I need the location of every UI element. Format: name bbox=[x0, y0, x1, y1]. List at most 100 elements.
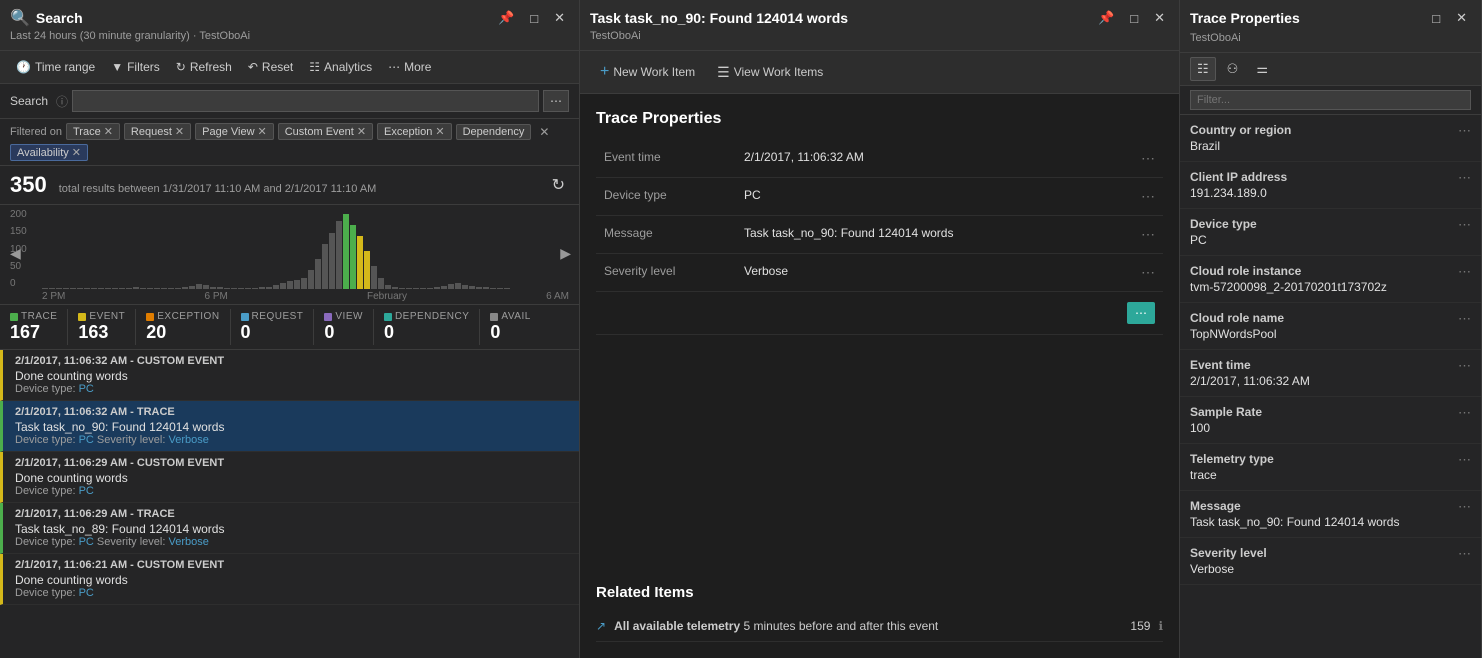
view-work-items-button[interactable]: ☰ View Work Items bbox=[709, 60, 831, 85]
maximize-button[interactable]: □ bbox=[526, 9, 542, 28]
remove-pageview-tag[interactable]: ✕ bbox=[258, 125, 267, 138]
table-view-button[interactable]: ⚌ bbox=[1249, 57, 1275, 81]
chart-bar-65[interactable] bbox=[497, 288, 503, 289]
chart-bar-3[interactable] bbox=[63, 288, 69, 289]
chart-bar-16[interactable] bbox=[154, 288, 160, 289]
prop-cloudroleinstance-more[interactable]: ⋯ bbox=[1458, 264, 1471, 280]
chart-bar-48[interactable] bbox=[378, 278, 384, 289]
chart-bar-8[interactable] bbox=[98, 288, 104, 289]
chart-bar-63[interactable] bbox=[483, 287, 489, 289]
search-input[interactable] bbox=[72, 90, 539, 112]
chart-bar-1[interactable] bbox=[49, 288, 55, 289]
chart-bar-30[interactable] bbox=[252, 288, 258, 289]
chart-bar-56[interactable] bbox=[434, 287, 440, 289]
properties-view-button[interactable]: ☷ bbox=[1190, 57, 1216, 81]
chart-bar-27[interactable] bbox=[231, 288, 237, 289]
chart-bar-20[interactable] bbox=[182, 287, 188, 289]
chart-bar-52[interactable] bbox=[406, 288, 412, 289]
chart-bar-41[interactable] bbox=[329, 233, 335, 289]
trace-maximize-button[interactable]: □ bbox=[1126, 9, 1142, 28]
clear-all-tags[interactable]: ✕ bbox=[539, 125, 549, 139]
chart-bar-62[interactable] bbox=[476, 287, 482, 289]
chart-bar-47[interactable] bbox=[371, 266, 377, 289]
chart-bar-44[interactable] bbox=[350, 225, 356, 289]
chart-bar-19[interactable] bbox=[175, 288, 181, 289]
chart-bar-6[interactable] bbox=[84, 288, 90, 289]
filter-tag-pageview[interactable]: Page View ✕ bbox=[195, 123, 274, 140]
chart-bar-36[interactable] bbox=[294, 280, 300, 289]
prop-samplerate-more[interactable]: ⋯ bbox=[1458, 405, 1471, 421]
chart-bar-66[interactable] bbox=[504, 288, 510, 289]
chart-bar-26[interactable] bbox=[224, 288, 230, 289]
prop-devicetype-more[interactable]: ⋯ bbox=[1458, 217, 1471, 233]
trace-close-button[interactable]: ✕ bbox=[1150, 8, 1169, 28]
chart-bar-9[interactable] bbox=[105, 288, 111, 289]
event-item-2[interactable]: 2/1/2017, 11:06:32 AM - TRACE Task task_… bbox=[0, 401, 579, 452]
chart-bar-5[interactable] bbox=[77, 288, 83, 289]
chart-bar-13[interactable] bbox=[133, 287, 139, 289]
chart-bar-50[interactable] bbox=[392, 287, 398, 289]
properties-filter-input[interactable] bbox=[1190, 90, 1471, 110]
chart-bar-38[interactable] bbox=[308, 270, 314, 289]
remove-request-tag[interactable]: ✕ bbox=[175, 125, 184, 138]
prop-message-more[interactable]: ⋯ bbox=[1458, 499, 1471, 515]
chart-bar-32[interactable] bbox=[266, 287, 272, 289]
devicetype-more-button[interactable]: ⋯ bbox=[1141, 188, 1155, 205]
filter-tag-customevent[interactable]: Custom Event ✕ bbox=[278, 123, 373, 140]
event-item-1[interactable]: 2/1/2017, 11:06:32 AM - CUSTOM EVENT Don… bbox=[0, 350, 579, 401]
related-item-1[interactable]: ↗ All available telemetry 5 minutes befo… bbox=[596, 611, 1163, 642]
chart-bar-18[interactable] bbox=[168, 288, 174, 289]
chart-bar-12[interactable] bbox=[126, 288, 132, 289]
chart-bar-51[interactable] bbox=[399, 288, 405, 289]
chart-bar-57[interactable] bbox=[441, 286, 447, 289]
right-close-button[interactable]: ✕ bbox=[1452, 8, 1471, 28]
remove-customevent-tag[interactable]: ✕ bbox=[357, 125, 366, 138]
chart-nav-right[interactable]: ▶ bbox=[560, 245, 571, 262]
analytics-button[interactable]: ☷ Analytics bbox=[303, 57, 378, 77]
chart-bar-2[interactable] bbox=[56, 288, 62, 289]
chart-bar-29[interactable] bbox=[245, 288, 251, 289]
chart-bar-54[interactable] bbox=[420, 288, 426, 289]
pin-button[interactable]: 📌 bbox=[494, 8, 518, 28]
time-range-button[interactable]: 🕐 Time range bbox=[10, 57, 101, 77]
reset-button[interactable]: ↶ Reset bbox=[242, 57, 299, 77]
teal-action-button[interactable]: ⋯ bbox=[1127, 302, 1155, 324]
prop-country-more[interactable]: ⋯ bbox=[1458, 123, 1471, 139]
event-item-4[interactable]: 2/1/2017, 11:06:29 AM - TRACE Task task_… bbox=[0, 503, 579, 554]
chart-bar-14[interactable] bbox=[140, 288, 146, 289]
prop-cloudrolename-more[interactable]: ⋯ bbox=[1458, 311, 1471, 327]
new-work-item-button[interactable]: + New Work Item bbox=[592, 59, 703, 85]
prop-clientip-more[interactable]: ⋯ bbox=[1458, 170, 1471, 186]
message-more-button[interactable]: ⋯ bbox=[1141, 226, 1155, 243]
prop-telemetrytype-more[interactable]: ⋯ bbox=[1458, 452, 1471, 468]
json-view-button[interactable]: ⚇ bbox=[1220, 57, 1246, 81]
remove-availability-tag[interactable]: ✕ bbox=[72, 146, 81, 159]
filter-tag-dependency[interactable]: Dependency bbox=[456, 124, 532, 140]
chart-bar-39[interactable] bbox=[315, 259, 321, 289]
trace-pin-button[interactable]: 📌 bbox=[1094, 8, 1118, 28]
chart-bar-37[interactable] bbox=[301, 278, 307, 289]
chart-bar-45[interactable] bbox=[357, 236, 363, 289]
chart-bar-23[interactable] bbox=[203, 285, 209, 289]
chart-bar-7[interactable] bbox=[91, 288, 97, 289]
severity-more-button[interactable]: ⋯ bbox=[1141, 264, 1155, 281]
filter-tag-exception[interactable]: Exception ✕ bbox=[377, 123, 452, 140]
search-options-button[interactable]: ⋯ bbox=[543, 90, 569, 112]
eventtime-more-button[interactable]: ⋯ bbox=[1141, 150, 1155, 167]
refresh-button[interactable]: ↻ Refresh bbox=[170, 57, 238, 77]
remove-exception-tag[interactable]: ✕ bbox=[435, 125, 444, 138]
chart-bar-59[interactable] bbox=[455, 283, 461, 289]
prop-eventtime-more[interactable]: ⋯ bbox=[1458, 358, 1471, 374]
filter-tag-availability[interactable]: Availability ✕ bbox=[10, 144, 88, 161]
chart-bar-24[interactable] bbox=[210, 287, 216, 289]
chart-bar-53[interactable] bbox=[413, 288, 419, 289]
chart-bar-4[interactable] bbox=[70, 288, 76, 289]
chart-bar-35[interactable] bbox=[287, 281, 293, 289]
chart-bar-25[interactable] bbox=[217, 287, 223, 289]
chart-bar-42[interactable] bbox=[336, 221, 342, 289]
filter-tag-request[interactable]: Request ✕ bbox=[124, 123, 191, 140]
chart-bar-55[interactable] bbox=[427, 288, 433, 289]
chart-bar-64[interactable] bbox=[490, 288, 496, 289]
chart-bar-28[interactable] bbox=[238, 288, 244, 289]
chart-bar-46[interactable] bbox=[364, 251, 370, 289]
